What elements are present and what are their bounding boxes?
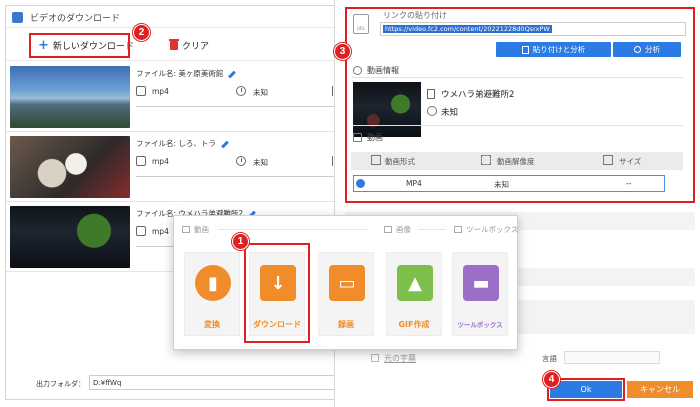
callout-badge-1: 1 [232,233,249,250]
clock-icon [236,156,246,166]
duration-value: 未知 [253,88,268,97]
video-info-thumbnail [353,82,421,137]
paste-analyze-label: 貼り付けと分析 [532,45,586,54]
tile-gif-maker[interactable]: ▲ GIF作成 [386,252,442,336]
callout-badge-2: 2 [133,24,150,41]
app-icon [12,12,23,23]
subtitle-checkbox[interactable] [371,354,379,362]
trash-icon [169,39,179,50]
url-input[interactable]: https://video.fc2.com/content/20221228d0… [380,22,686,36]
duration-value: 未知 [253,158,268,167]
tile-toolbox[interactable]: ▬ ツールボックス [452,252,508,336]
format-value: mp4 [152,87,169,96]
video-icon [353,133,362,142]
edit-icon[interactable] [228,70,237,78]
cancel-button[interactable]: キャンセル [627,381,693,398]
clear-label: クリア [182,42,210,52]
table-row[interactable]: MP4 未知 -- [353,175,665,192]
format-table-header: 動画形式 動画解像度 サイズ [351,152,683,170]
column-header-resolution: 動画解像度 [497,157,535,166]
video-section-title: 動画 [367,133,383,142]
paste-analyze-button[interactable]: 貼り付けと分析 [496,42,611,57]
film-icon: ▮ [195,265,231,301]
filename: ファイル名: しろ、トラ [136,138,229,149]
tile-screen-record[interactable]: ▭ 録画 [318,252,374,336]
divider [418,229,446,230]
progress-track [136,106,341,107]
divider [351,77,683,78]
tile-label: 録画 [338,320,354,329]
search-icon [634,46,641,53]
tile-label: 変換 [204,320,220,329]
column-header-size: サイズ [619,157,642,166]
video-thumbnail [10,206,130,268]
resolution-icon [481,155,491,165]
row-resolution: 未知 [494,180,509,189]
column-header-format: 動画形式 [385,157,415,166]
format-value: mp4 [152,157,169,166]
video-thumbnail [10,66,130,128]
tile-convert[interactable]: ▮ 変換 [184,252,240,336]
video-format-icon [136,156,146,166]
clear-button[interactable]: クリア [169,39,210,52]
screen-record-icon: ▭ [329,265,365,301]
output-folder-field[interactable]: D:¥ffWq [89,375,351,390]
analyze-button[interactable]: 分析 [613,42,681,57]
divider [351,125,683,126]
tools-panel: 動画 画像 ツールボックス ▮ 変換 ↓ ダウンロード ▭ 録画 ▲ GIF作成… [173,215,518,350]
output-folder-label: 出力フォルダ： [36,380,85,388]
video-category-icon [182,226,190,233]
folder-icon [603,155,613,165]
info-icon [353,66,362,75]
ok-button[interactable]: Ok [550,381,622,398]
window-title: ビデオのダウンロード [30,14,121,24]
format-value: mp4 [152,227,169,236]
title-bar: ビデオのダウンロード [6,6,349,28]
paste-icon [521,45,529,54]
highlight-box [244,243,310,343]
highlight-box [29,33,130,58]
analyze-label: 分析 [645,45,660,54]
toolbox-icon: ▬ [463,265,499,301]
filename: ファイル名: 美ヶ原美術館 [136,68,237,79]
video-format-icon [136,86,146,96]
callout-badge-3: 3 [334,43,351,60]
toolbox-category-icon [454,226,462,233]
format-icon [371,155,381,165]
list-item[interactable]: ファイル名: 美ヶ原美術館 mp4 未知 [6,62,349,132]
row-size: -- [626,179,632,188]
edit-icon[interactable] [221,140,229,148]
row-format: MP4 [406,179,422,188]
progress-track [136,176,341,177]
clock-icon [427,106,437,116]
clock-icon [236,86,246,96]
selected-check-icon[interactable] [356,179,365,188]
category-video: 動画 [182,224,209,235]
tile-label: GIF作成 [398,320,430,329]
category-image: 画像 [384,224,411,235]
language-label: 言語 [542,354,557,363]
subtitle-label: 元の字幕 [384,354,416,363]
tile-label: ツールボックス [457,321,503,329]
video-thumbnail [10,136,130,198]
link-section-title: リンクの貼り付け [383,11,447,20]
image-category-icon [384,226,392,233]
gif-image-icon: ▲ [397,265,433,301]
document-icon [427,89,435,99]
list-item[interactable]: ファイル名: しろ、トラ mp4 未知 [6,132,349,202]
video-format-icon [136,226,146,236]
url-value: https://video.fc2.com/content/20221228d0… [383,25,552,33]
divider [218,229,368,230]
language-select[interactable] [564,351,660,364]
callout-badge-4: 4 [543,371,560,388]
video-info-title: 動画情報 [367,66,399,75]
video-duration: 未知 [441,108,459,118]
video-title: ウメハラ弟避難所2 [441,90,515,100]
link-icon: URL [353,14,369,34]
category-toolbox: ツールボックス [454,224,518,235]
